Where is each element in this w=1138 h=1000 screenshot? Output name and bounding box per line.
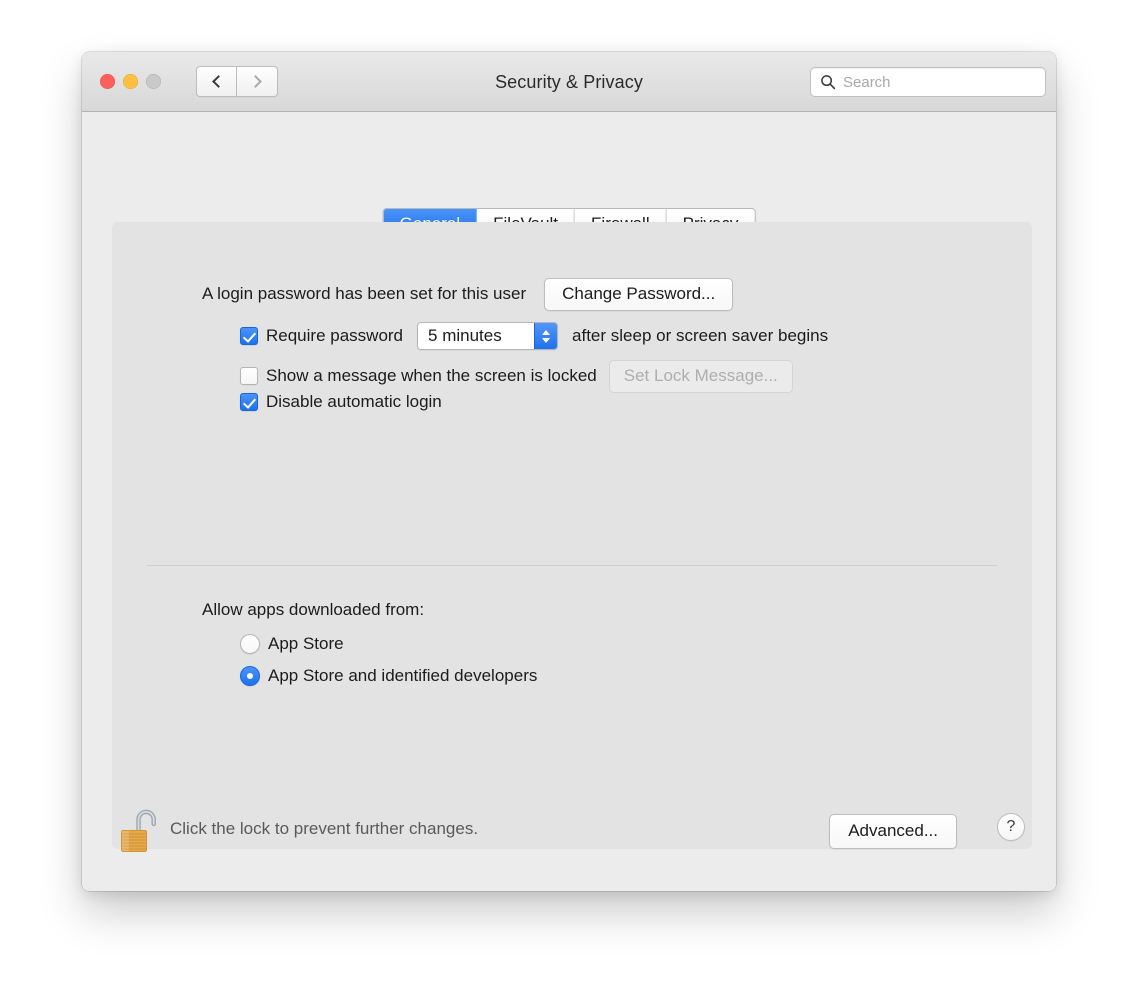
- window-footer: Click the lock to prevent further change…: [82, 788, 1056, 891]
- general-tab-panel: A login password has been set for this u…: [112, 222, 1032, 849]
- lock-button[interactable]: [116, 806, 160, 856]
- login-password-row: A login password has been set for this u…: [202, 278, 734, 311]
- require-password-delay-value: 5 minutes: [418, 323, 535, 349]
- section-divider: [147, 565, 997, 566]
- show-lock-message-row: Show a message when the screen is locked…: [240, 360, 793, 393]
- allow-apps-option-app-store[interactable]: App Store: [240, 634, 344, 654]
- search-icon: [821, 75, 836, 90]
- lock-status-text: Click the lock to prevent further change…: [170, 819, 479, 838]
- radio-app-store-label: App Store: [268, 634, 344, 653]
- require-password-row: Require password 5 minutes after sleep o…: [240, 322, 828, 350]
- advanced-button[interactable]: Advanced...: [829, 814, 957, 849]
- chevron-up-icon: [542, 329, 551, 335]
- radio-app-store-and-identified-developers-label: App Store and identified developers: [268, 666, 538, 685]
- stepper-arrows-icon[interactable]: [534, 323, 558, 349]
- require-password-checkbox[interactable]: [240, 327, 258, 345]
- show-lock-message-checkbox[interactable]: [240, 367, 258, 386]
- chevron-down-icon: [542, 337, 551, 343]
- login-password-status-label: A login password has been set for this u…: [202, 284, 527, 304]
- disable-automatic-login-checkbox[interactable]: [240, 393, 258, 411]
- window-titlebar: Security & Privacy: [82, 52, 1056, 153]
- radio-app-store-and-identified-developers[interactable]: [240, 666, 260, 686]
- security-privacy-window: Security & Privacy General FileVault Fir…: [82, 52, 1056, 891]
- require-password-delay-popup[interactable]: 5 minutes: [417, 322, 559, 350]
- disable-automatic-login-label: Disable automatic login: [266, 392, 442, 411]
- allow-apps-heading-row: Allow apps downloaded from:: [202, 600, 424, 620]
- radio-app-store[interactable]: [240, 634, 260, 654]
- help-button[interactable]: ?: [997, 813, 1025, 841]
- search-input[interactable]: [843, 73, 1036, 91]
- show-lock-message-label: Show a message when the screen is locked: [266, 366, 597, 386]
- require-password-label: Require password: [266, 326, 404, 345]
- change-password-button[interactable]: Change Password...: [544, 278, 734, 311]
- allow-apps-option-identified-developers[interactable]: App Store and identified developers: [240, 666, 537, 686]
- require-password-suffix-label: after sleep or screen saver begins: [572, 326, 829, 345]
- unlocked-padlock-icon: [121, 809, 156, 852]
- window-body: General FileVault Firewall Privacy A log…: [82, 112, 1056, 891]
- search-field[interactable]: [810, 67, 1046, 97]
- allow-apps-heading: Allow apps downloaded from:: [202, 600, 425, 619]
- set-lock-message-button[interactable]: Set Lock Message...: [608, 360, 793, 393]
- disable-automatic-login-row: Disable automatic login: [240, 392, 442, 412]
